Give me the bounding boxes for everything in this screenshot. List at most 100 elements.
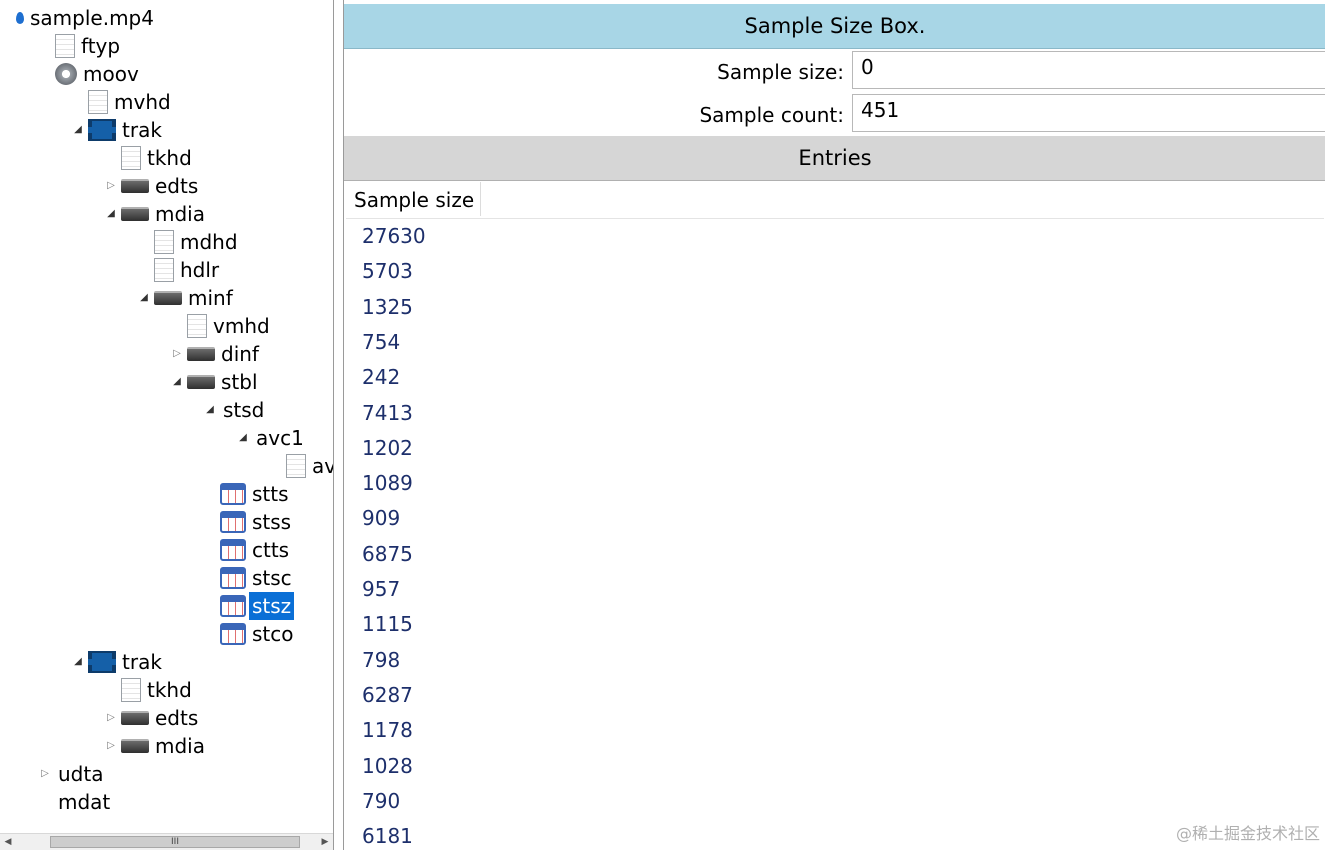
scroll-right-icon[interactable]: ▶ <box>317 834 333 850</box>
entry-row[interactable]: 1089 <box>362 465 413 500</box>
tree-item-ctts[interactable]: ctts <box>202 536 292 564</box>
tree-item-hdlr[interactable]: hdlr <box>136 256 222 284</box>
document-icon <box>88 90 108 114</box>
entry-row[interactable]: 957 <box>362 571 400 606</box>
gear-icon <box>55 63 77 85</box>
box-icon <box>121 179 149 193</box>
detail-pane: Sample Size Box. Sample size: 0 Sample c… <box>343 0 1325 850</box>
tree-item-label: minf <box>188 286 233 310</box>
document-icon <box>154 258 174 282</box>
tree-item-minf[interactable]: ◢ minf <box>136 284 236 312</box>
tree-item-label: stss <box>252 510 292 534</box>
entry-row[interactable]: 6287 <box>362 677 413 712</box>
tree-item-mvhd[interactable]: mvhd <box>70 88 174 116</box>
tree-item-edts[interactable]: ▷ edts <box>103 704 201 732</box>
tree-item-stsd[interactable]: ◢ stsd <box>202 396 267 424</box>
tree-item-trak[interactable]: ◢ trak <box>70 648 165 676</box>
entry-row[interactable]: 1202 <box>362 430 413 465</box>
tree-item-label: mdia <box>155 734 205 758</box>
entry-row[interactable]: 5703 <box>362 253 413 288</box>
scrollbar-thumb[interactable]: III <box>50 836 300 848</box>
collapsed-arrow-icon[interactable]: ▷ <box>103 172 119 200</box>
entry-row[interactable]: 6181 <box>362 818 413 848</box>
entry-row[interactable]: 6875 <box>362 536 413 571</box>
tree-item-stts[interactable]: stts <box>202 480 292 508</box>
tree-item-mdia[interactable]: ◢ mdia <box>103 200 208 228</box>
entries-grid[interactable]: 27630 5703 1325 754 242 7413 1202 1089 909 6875 95… <box>344 218 1325 848</box>
tree-item-dinf[interactable]: ▷ dinf <box>169 340 262 368</box>
collapsed-arrow-icon[interactable]: ▷ <box>37 760 53 788</box>
entry-row[interactable]: 1115 <box>362 606 413 641</box>
entry-row[interactable]: 790 <box>362 783 400 818</box>
document-icon <box>154 230 174 254</box>
collapsed-arrow-icon[interactable]: ▷ <box>169 340 185 368</box>
entry-row[interactable]: 909 <box>362 500 400 535</box>
expanded-arrow-icon[interactable]: ◢ <box>136 284 152 312</box>
expanded-arrow-icon[interactable]: ◢ <box>169 368 185 396</box>
expanded-arrow-icon[interactable]: ◢ <box>70 116 86 144</box>
tree-item-stss[interactable]: stss <box>202 508 294 536</box>
expanded-arrow-icon[interactable]: ◢ <box>235 424 251 452</box>
tree-item-mdia[interactable]: ▷ mdia <box>103 732 208 760</box>
entry-row[interactable]: 27630 <box>362 218 426 253</box>
entry-row[interactable]: 1325 <box>362 289 413 324</box>
tree-item-stbl[interactable]: ◢ stbl <box>169 368 261 396</box>
tree-item-sample.mp4[interactable]: sample.mp4 <box>0 4 157 32</box>
box-icon <box>121 739 149 753</box>
tree-item-label: avc1 <box>256 426 304 450</box>
tree-item-edts[interactable]: ▷ edts <box>103 172 201 200</box>
table-icon <box>220 483 246 505</box>
tree-item-label: vmhd <box>213 314 270 338</box>
tree-item-avcC[interactable]: avcC <box>268 452 333 480</box>
tree-item-label: mdia <box>155 202 205 226</box>
box-icon <box>121 207 149 221</box>
sample-count-field[interactable]: 451 <box>852 94 1325 132</box>
tree-item-ftyp[interactable]: ftyp <box>37 32 123 60</box>
tree-item-tkhd[interactable]: tkhd <box>103 676 195 704</box>
tree-item-label: moov <box>83 62 139 86</box>
expanded-arrow-icon[interactable]: ◢ <box>202 396 218 424</box>
entry-row[interactable]: 754 <box>362 324 400 359</box>
entries-grid-header: Sample size <box>346 182 1324 219</box>
entry-row[interactable]: 1028 <box>362 748 413 783</box>
table-icon <box>220 595 246 617</box>
expanded-arrow-icon[interactable]: ◢ <box>103 200 119 228</box>
box-title: Sample Size Box. <box>344 4 1325 49</box>
tree-item-avc1[interactable]: ◢ avc1 <box>235 424 307 452</box>
tree-item-udta[interactable]: ▷ udta <box>37 760 106 788</box>
document-icon <box>121 678 141 702</box>
tree-item-stco[interactable]: stco <box>202 620 297 648</box>
tree-item-label: stsz <box>249 592 295 620</box>
tree-item-moov[interactable]: moov <box>37 60 142 88</box>
film-icon <box>88 119 116 141</box>
collapsed-arrow-icon[interactable]: ▷ <box>103 704 119 732</box>
scroll-left-icon[interactable]: ◀ <box>0 834 16 850</box>
tree-item-label: edts <box>155 174 199 198</box>
tree-item-stsz[interactable]: stsz <box>202 592 295 620</box>
tree-item-tkhd[interactable]: tkhd <box>103 144 195 172</box>
entry-row[interactable]: 242 <box>362 359 400 394</box>
tree-item-trak[interactable]: ◢ trak <box>70 116 165 144</box>
column-header-sample-size[interactable]: Sample size <box>346 182 482 216</box>
entry-row[interactable]: 798 <box>362 642 400 677</box>
tree-item-label: ctts <box>252 538 290 562</box>
table-icon <box>220 567 246 589</box>
tree-item-label: stsc <box>252 566 292 590</box>
entry-row[interactable]: 7413 <box>362 395 413 430</box>
tree-item-vmhd[interactable]: vmhd <box>169 312 273 340</box>
tree-item-mdhd[interactable]: mdhd <box>136 228 241 256</box>
expanded-arrow-icon[interactable]: ◢ <box>70 648 86 676</box>
document-icon <box>286 454 306 478</box>
sample-size-field[interactable]: 0 <box>852 51 1325 89</box>
tree-item-mdat[interactable]: mdat <box>37 788 113 816</box>
collapsed-arrow-icon[interactable]: ▷ <box>103 732 119 760</box>
horizontal-scrollbar[interactable]: ◀ III ▶ <box>0 833 333 850</box>
tree-item-stsc[interactable]: stsc <box>202 564 295 592</box>
entry-row[interactable]: 1178 <box>362 712 413 747</box>
